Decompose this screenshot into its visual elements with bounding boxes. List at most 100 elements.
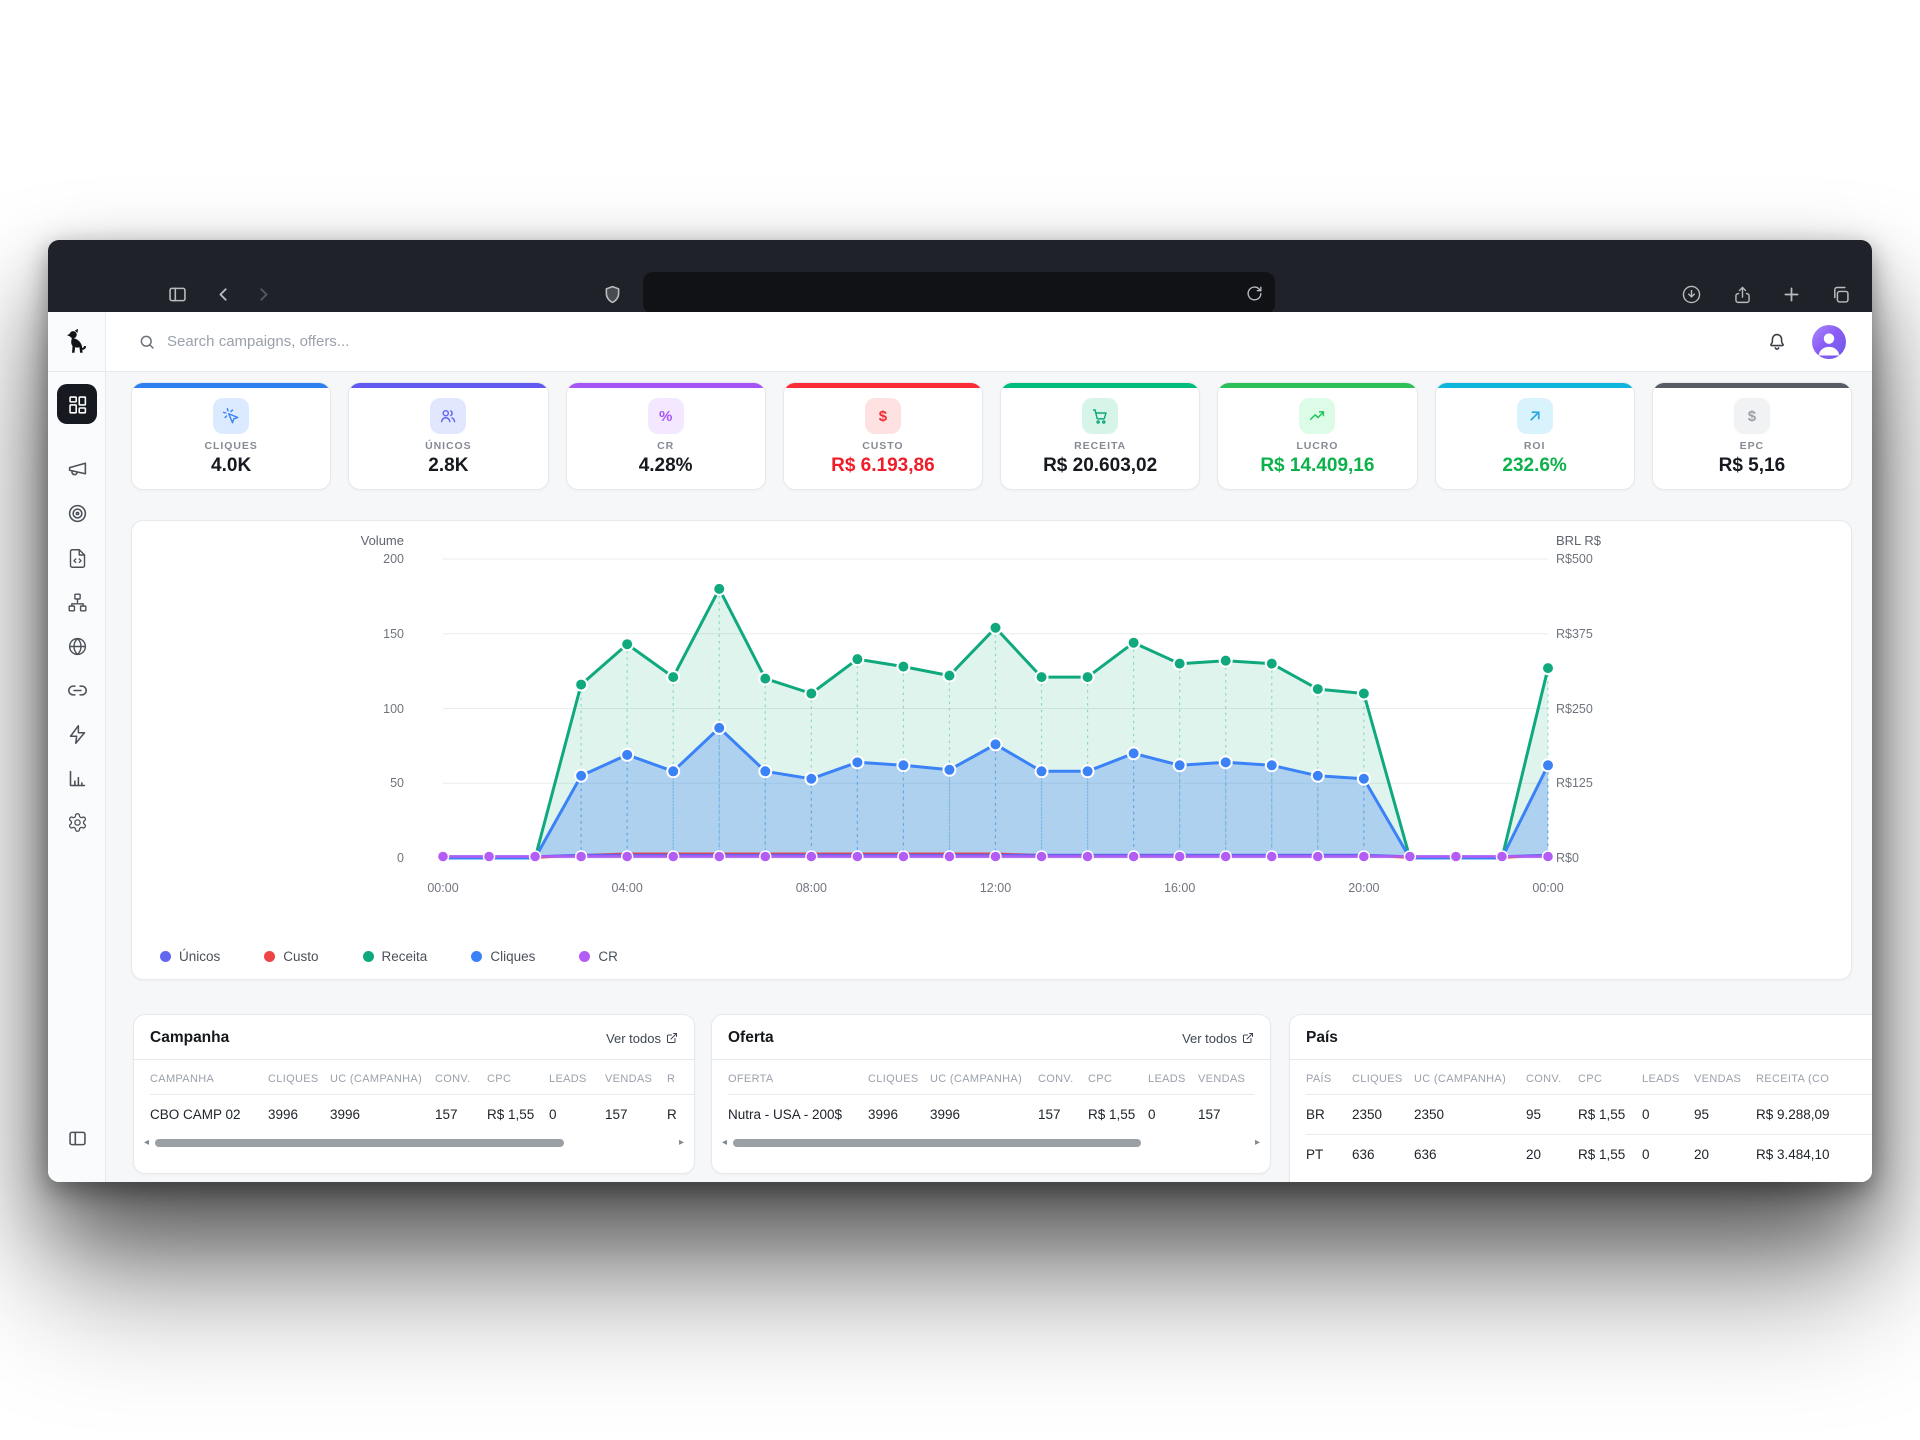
- sidebar-item-globe[interactable]: [57, 626, 97, 666]
- legend-label: Receita: [382, 949, 428, 964]
- legend-item-custo[interactable]: Custo: [264, 949, 318, 964]
- downloads-icon[interactable]: [1678, 281, 1704, 307]
- column-header: UC (CAMPANHA): [330, 1060, 435, 1095]
- column-header: VENDAS: [1694, 1060, 1756, 1095]
- legend-label: Custo: [283, 949, 318, 964]
- kpi-card-cliques: CLIQUES4.0K: [131, 382, 331, 490]
- receita-point: [943, 670, 955, 682]
- kpi-value: R$ 14.409,16: [1218, 455, 1416, 477]
- cr-point: [576, 851, 587, 862]
- search-bar[interactable]: [106, 312, 1766, 371]
- cliques-point: [1220, 756, 1232, 768]
- layout-dashboard-icon: [67, 394, 88, 415]
- receita-point: [575, 679, 587, 691]
- cr-point: [990, 851, 1001, 862]
- table-row[interactable]: PT63663620R$ 1,55020R$ 3.484,10: [1306, 1135, 1872, 1175]
- main-content: CLIQUES4.0KÚNICOS2.8K%CR4.28%$CUSTOR$ 6.…: [106, 372, 1872, 1182]
- cr-point: [1404, 851, 1415, 862]
- dog-logo-icon: [63, 328, 90, 355]
- horizontal-scrollbar[interactable]: ◂▸: [712, 1134, 1270, 1150]
- table-row[interactable]: CBO CAMP 0239963996157R$ 1,550157R: [150, 1095, 694, 1135]
- scroll-left-icon[interactable]: ◂: [144, 1138, 149, 1148]
- cr-point: [530, 851, 541, 862]
- ver-todos-link[interactable]: Ver todos: [1182, 1031, 1254, 1046]
- header-actions: [1766, 312, 1872, 371]
- cliques-point: [713, 722, 725, 734]
- kpi-card-lucro: LUCRO R$ 14.409,16: [1217, 382, 1417, 490]
- legend-item-cr[interactable]: CR: [579, 949, 618, 964]
- kpi-label: CR: [567, 440, 765, 452]
- app-header: [48, 312, 1872, 372]
- cr-point: [438, 851, 449, 862]
- sidebar-item-zap[interactable]: [57, 714, 97, 754]
- scroll-right-icon[interactable]: ▸: [1255, 1138, 1260, 1148]
- receita-point: [1358, 688, 1370, 700]
- scroll-right-icon[interactable]: ▸: [679, 1138, 684, 1148]
- kpi-label: LUCRO: [1218, 440, 1416, 452]
- sidebar-item-settings[interactable]: [57, 802, 97, 842]
- y-axis-tick-left: 100: [320, 700, 404, 718]
- table-cell: R$ 3.484,10: [1756, 1135, 1872, 1175]
- column-header: UC (CAMPANHA): [1414, 1060, 1526, 1095]
- sidebar-item-link[interactable]: [57, 670, 97, 710]
- sidebar-item-network[interactable]: [57, 582, 97, 622]
- scrollbar-thumb[interactable]: [733, 1139, 1141, 1147]
- column-header: CONV.: [435, 1060, 487, 1095]
- x-axis-tick: 16:00: [1145, 881, 1215, 895]
- sidebar-item-target[interactable]: [57, 493, 97, 533]
- table-cell: PT: [1306, 1135, 1352, 1175]
- file-code-icon: [67, 548, 88, 569]
- app-logo[interactable]: [48, 312, 106, 371]
- megaphone-icon: [67, 458, 88, 479]
- cr-point: [1358, 851, 1369, 862]
- sidebar-item-megaphone[interactable]: [57, 448, 97, 488]
- receita-point: [667, 671, 679, 683]
- scrollbar-thumb[interactable]: [155, 1139, 564, 1147]
- y-axis-tick-right: R$375: [1556, 625, 1640, 643]
- table-row[interactable]: Nutra - USA - 200$39963996157R$ 1,550157: [728, 1095, 1254, 1135]
- column-header: CAMPANHA: [150, 1060, 268, 1095]
- shield-icon[interactable]: [599, 281, 625, 307]
- ver-todos-link[interactable]: Ver todos: [606, 1031, 678, 1046]
- search-input[interactable]: [167, 333, 767, 350]
- receita-point: [713, 583, 725, 595]
- table-cell: 2350: [1352, 1095, 1414, 1135]
- notifications-bell-icon[interactable]: [1766, 330, 1790, 354]
- address-bar[interactable]: [643, 272, 1275, 314]
- legend-item-cliques[interactable]: Cliques: [471, 949, 535, 964]
- new-tab-icon[interactable]: [1778, 281, 1804, 307]
- forward-icon[interactable]: [250, 281, 276, 307]
- minimize-window-button[interactable]: [142, 287, 155, 300]
- horizontal-scrollbar[interactable]: ◂▸: [134, 1134, 694, 1150]
- receita-point: [1174, 658, 1186, 670]
- x-axis-tick: 00:00: [408, 881, 478, 895]
- reload-icon[interactable]: [1241, 280, 1267, 306]
- share-icon[interactable]: [1729, 281, 1755, 307]
- sidebar-item-bar-chart[interactable]: [57, 758, 97, 798]
- sidebar-item-file-code[interactable]: [57, 538, 97, 578]
- y-axis-tick-right: R$250: [1556, 700, 1640, 718]
- cliques-point: [1312, 770, 1324, 782]
- receita-point: [897, 661, 909, 673]
- cr-point: [760, 851, 771, 862]
- table-row[interactable]: BR2350235095R$ 1,55095R$ 9.288,09: [1306, 1095, 1872, 1135]
- cr-point: [622, 851, 633, 862]
- back-icon[interactable]: [210, 281, 236, 307]
- tab-overview-icon[interactable]: [1827, 281, 1853, 307]
- sidebar-item-dashboard[interactable]: [57, 384, 97, 424]
- table-cell: 95: [1526, 1095, 1578, 1135]
- y-axis-tick-left: 150: [320, 625, 404, 643]
- user-avatar[interactable]: [1812, 325, 1846, 359]
- legend-item-únicos[interactable]: Únicos: [160, 949, 220, 964]
- legend-label: Únicos: [179, 949, 220, 964]
- kpi-accent-bar: [132, 383, 330, 388]
- scroll-left-icon[interactable]: ◂: [722, 1138, 727, 1148]
- x-axis-tick: 04:00: [592, 881, 662, 895]
- browser-sidebar-toggle-icon[interactable]: [164, 281, 190, 307]
- close-window-button[interactable]: [118, 287, 131, 300]
- receita-point: [759, 673, 771, 685]
- legend-item-receita[interactable]: Receita: [363, 949, 428, 964]
- target-icon: [67, 503, 88, 524]
- sidebar-collapse-toggle[interactable]: [57, 1118, 97, 1158]
- column-header: LEADS: [1148, 1060, 1198, 1095]
